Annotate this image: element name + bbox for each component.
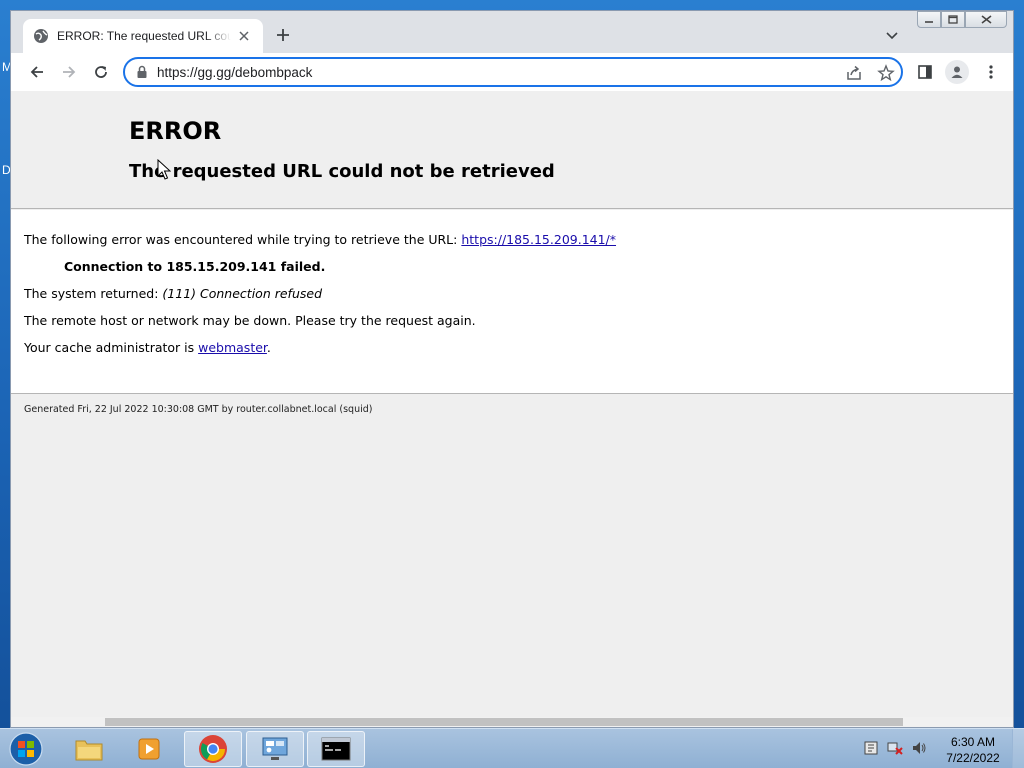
mouse-cursor-icon [157, 159, 171, 180]
browser-window: ERROR: The requested URL could not be re… [10, 10, 1014, 728]
address-bar[interactable] [123, 57, 903, 87]
taskbar-cmd[interactable] [307, 731, 365, 767]
chrome-icon [199, 735, 227, 763]
retry-hint: The remote host or network may be down. … [24, 313, 476, 328]
system-returned-label: The system returned: [24, 286, 163, 301]
generated-footer: Generated Fri, 22 Jul 2022 10:30:08 GMT … [24, 404, 373, 415]
network-disconnected-icon[interactable] [886, 739, 904, 757]
error-description-text: The following error was encountered whil… [24, 232, 462, 247]
system-tray [862, 739, 928, 757]
back-arrow-icon[interactable] [27, 62, 47, 82]
windows-logo-icon [9, 732, 43, 766]
system-returned: The system returned: (111) Connection re… [24, 286, 322, 301]
volume-icon[interactable] [910, 739, 928, 757]
error-body: The following error was encountered whil… [11, 210, 1013, 394]
taskbar-explorer[interactable] [60, 731, 118, 767]
failed-url-link[interactable]: https://185.15.209.141/* [461, 232, 616, 247]
page-subtitle: The requested URL could not be retrieved [129, 161, 555, 182]
media-player-icon [138, 738, 160, 760]
new-tab-icon[interactable] [273, 25, 293, 45]
kebab-menu-icon[interactable] [981, 62, 1001, 82]
taskbar: 6:30 AM 7/22/2022 [0, 728, 1024, 768]
maximize-button[interactable] [941, 11, 965, 28]
share-icon[interactable] [845, 64, 863, 82]
action-center-icon[interactable] [862, 739, 880, 757]
page-content: ERROR The requested URL could not be ret… [11, 91, 1013, 717]
taskbar-media-player[interactable] [120, 731, 178, 767]
reload-icon[interactable] [91, 62, 111, 82]
horizontal-scrollbar[interactable] [11, 717, 1013, 727]
lock-icon[interactable] [135, 65, 149, 79]
clock-date: 7/22/2022 [946, 751, 1000, 765]
start-button[interactable] [6, 731, 46, 767]
cache-admin-label: Your cache administrator is [24, 340, 199, 355]
tab-close-icon[interactable] [235, 27, 253, 45]
error-description: The following error was encountered whil… [24, 232, 616, 247]
cache-admin-end: . [266, 340, 271, 355]
tab-title: ERROR: The requested URL could not be re… [57, 29, 231, 43]
connection-failed-text: Connection to 185.15.209.141 failed. [64, 259, 326, 274]
url-input[interactable] [157, 62, 817, 82]
control-panel-icon [262, 737, 288, 760]
close-button[interactable] [965, 11, 1007, 28]
globe-icon [34, 29, 48, 43]
scrollbar-thumb[interactable] [105, 718, 903, 726]
clock[interactable]: 6:30 AM 7/22/2022 [938, 734, 1008, 766]
webmaster-link[interactable]: webmaster [198, 340, 267, 355]
page-title: ERROR [129, 117, 222, 145]
show-desktop-button[interactable] [1012, 729, 1024, 768]
command-prompt-icon [321, 737, 351, 761]
cache-admin-line: Your cache administrator is webmaster. [24, 340, 271, 355]
forward-arrow-icon[interactable] [59, 62, 79, 82]
browser-titlebar: ERROR: The requested URL could not be re… [11, 11, 1013, 53]
side-panel-icon[interactable] [915, 62, 935, 82]
taskbar-control-panel[interactable] [246, 731, 304, 767]
folder-icon [75, 740, 103, 761]
clock-time: 6:30 AM [950, 735, 996, 749]
chevron-down-icon[interactable] [885, 27, 901, 43]
system-returned-value: (111) Connection refused [162, 286, 322, 301]
star-icon[interactable] [877, 64, 895, 82]
error-header: ERROR The requested URL could not be ret… [11, 91, 1013, 209]
browser-toolbar [11, 53, 1013, 91]
taskbar-chrome[interactable] [184, 731, 242, 767]
minimize-button[interactable] [917, 11, 941, 28]
tab-active[interactable]: ERROR: The requested URL could not be re… [23, 19, 263, 53]
profile-avatar-icon[interactable] [945, 60, 969, 84]
